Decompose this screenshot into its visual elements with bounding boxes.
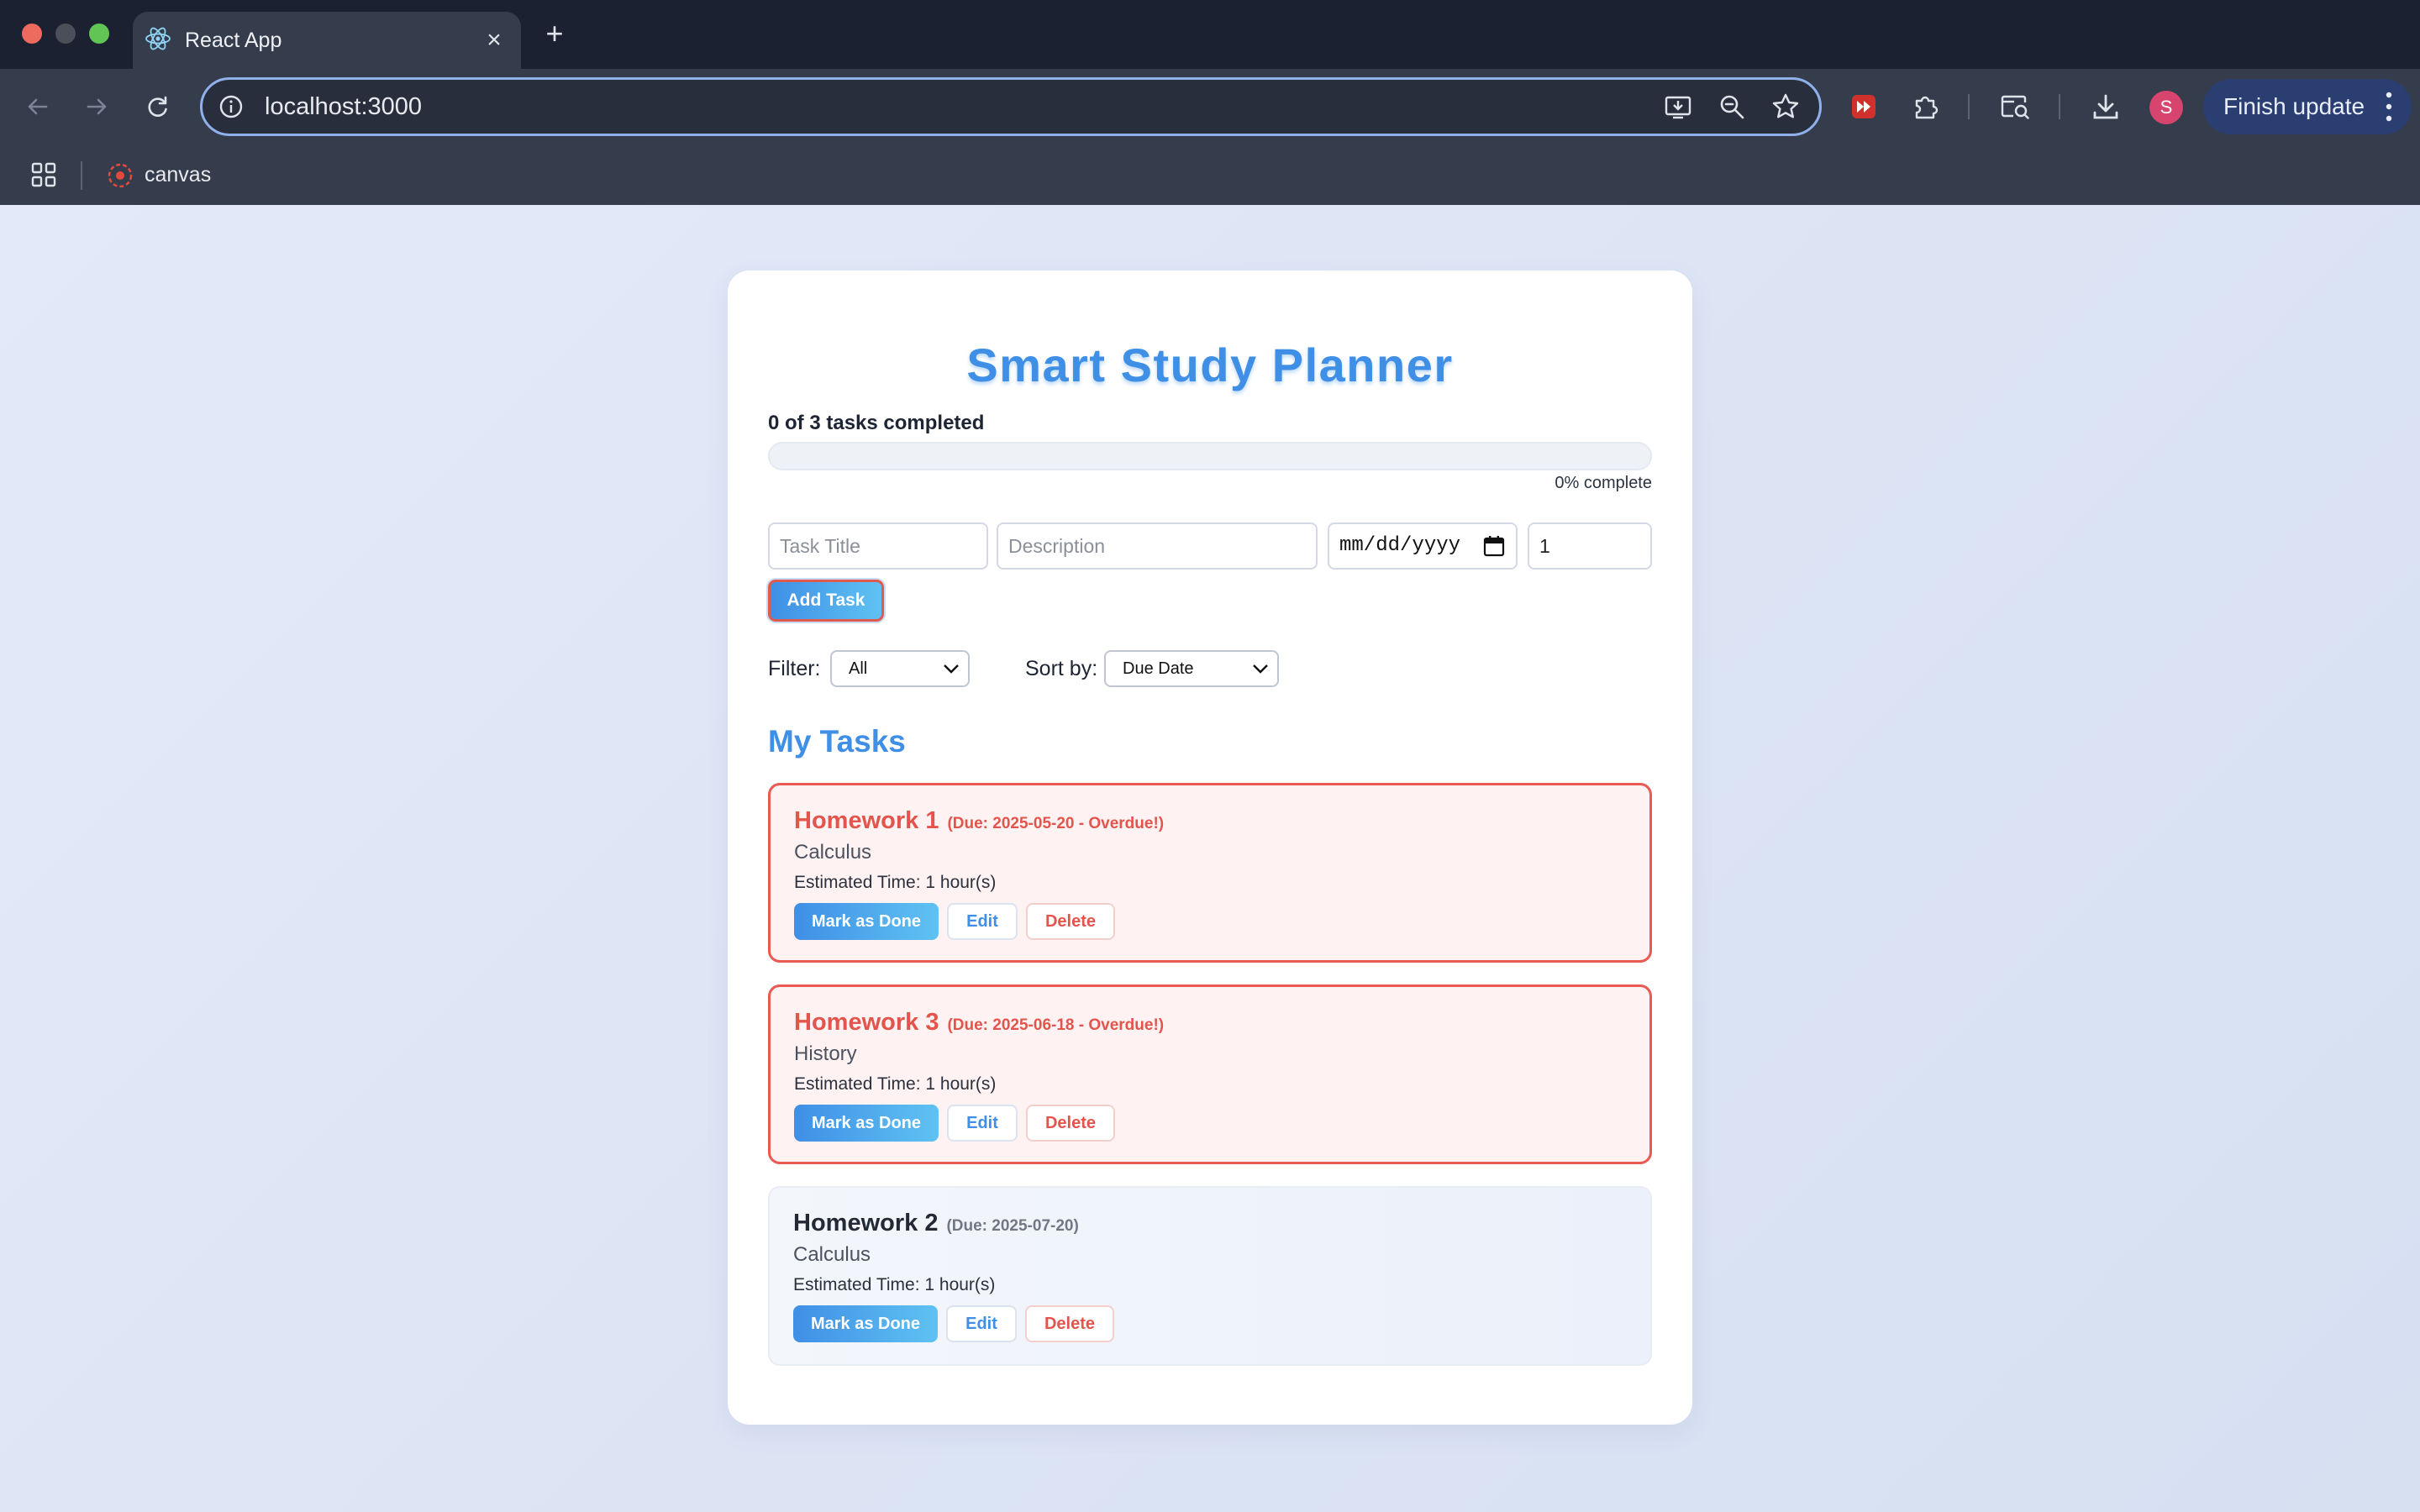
task-title-text: Homework 1 (794, 807, 939, 834)
task-estimate: Estimated Time: 1 hour(s) (794, 873, 997, 892)
task-due-date: (Due: 2025-07-20) (946, 1217, 1079, 1235)
due-date-placeholder: mm/dd/yyyy (1339, 534, 1461, 557)
bookmark-canvas[interactable]: canvas (145, 144, 211, 205)
planner-card: Smart Study Planner 0 of 3 tasks complet… (728, 270, 1692, 1425)
window-maximize-button[interactable] (89, 24, 109, 44)
address-bar[interactable]: localhost:3000 (200, 77, 1822, 136)
tab-title: React App (185, 29, 282, 52)
react-logo-icon (145, 27, 171, 50)
task-description: Calculus (793, 1243, 871, 1266)
forward-icon[interactable] (76, 86, 118, 128)
sort-select-value: Due Date (1123, 659, 1194, 678)
toolbar-separator (1968, 94, 1970, 119)
task-due-date: (Due: 2025-06-18 - Overdue!) (947, 1016, 1165, 1034)
window-minimize-button[interactable] (55, 24, 76, 44)
page-title: Smart Study Planner (966, 339, 1454, 391)
bookmarks-separator (81, 161, 82, 190)
reload-icon[interactable] (136, 86, 178, 128)
task-description: History (794, 1042, 857, 1065)
tasks-heading: My Tasks (768, 724, 906, 759)
delete-button[interactable]: Delete (1026, 903, 1115, 940)
sort-label: Sort by: (1025, 657, 1098, 680)
progress-percent: 0% complete (1555, 474, 1652, 492)
edit-button[interactable]: Edit (946, 1305, 1017, 1342)
mark-done-button[interactable]: Mark as Done (794, 1105, 939, 1142)
more-menu-icon[interactable] (2385, 91, 2393, 123)
filter-select-value: All (849, 659, 868, 678)
task-description: Calculus (794, 841, 872, 864)
url-text[interactable]: localhost:3000 (265, 80, 422, 134)
tab-strip: React App × + (0, 0, 2420, 69)
task-card: Homework 2 (Due: 2025-07-20) Calculus Est… (768, 1186, 1652, 1366)
tab-close-icon[interactable]: × (479, 25, 509, 55)
extensions-puzzle-icon[interactable] (1907, 88, 1944, 125)
add-task-button[interactable]: Add Task (768, 580, 884, 622)
filter-label: Filter: (768, 657, 821, 680)
extension-red-icon[interactable] (1845, 88, 1882, 125)
finish-update-label: Finish update (2223, 93, 2365, 119)
mark-done-button[interactable]: Mark as Done (794, 903, 939, 940)
browser-chrome: React App × + localhost:3000 S Finish up… (0, 0, 2420, 205)
delete-button[interactable]: Delete (1026, 1105, 1115, 1142)
progress-bar (768, 442, 1652, 470)
install-app-icon[interactable] (1663, 92, 1693, 122)
toolbar-separator (2059, 94, 2060, 119)
bookmarks-bar: canvas (0, 144, 2420, 205)
finish-update-button[interactable]: Finish update (2203, 79, 2412, 134)
calendar-icon[interactable] (1482, 534, 1506, 558)
downloads-icon[interactable] (2087, 88, 2124, 125)
mark-done-button[interactable]: Mark as Done (793, 1305, 938, 1342)
description-input[interactable] (997, 522, 1318, 570)
task-title-text: Homework 3 (794, 1009, 939, 1036)
progress-label: 0 of 3 tasks completed (768, 412, 985, 434)
zoom-icon[interactable] (1717, 92, 1747, 122)
site-info-icon[interactable] (218, 93, 245, 120)
task-card: Homework 1 (Due: 2025-05-20 - Overdue!) C… (768, 783, 1652, 963)
task-title-text: Homework 2 (793, 1210, 939, 1236)
back-icon[interactable] (17, 86, 59, 128)
task-card: Homework 3 (Due: 2025-06-18 - Overdue!) H… (768, 984, 1652, 1164)
delete-button[interactable]: Delete (1025, 1305, 1114, 1342)
canvas-logo-icon (108, 163, 133, 188)
new-tab-icon[interactable]: + (538, 17, 571, 50)
apps-grid-icon[interactable] (30, 161, 57, 188)
profile-avatar[interactable]: S (2149, 91, 2183, 124)
filter-select[interactable]: All (830, 650, 970, 687)
estimated-hours-input[interactable] (1528, 522, 1652, 570)
sort-select[interactable]: Due Date (1104, 650, 1279, 687)
task-title-input[interactable] (768, 522, 988, 570)
task-title: Homework 1 (Due: 2025-05-20 - Overdue!) (794, 807, 1164, 835)
task-due-date: (Due: 2025-05-20 - Overdue!) (947, 815, 1165, 832)
due-date-input[interactable]: mm/dd/yyyy (1328, 522, 1518, 570)
task-estimate: Estimated Time: 1 hour(s) (794, 1074, 997, 1094)
browser-toolbar: localhost:3000 S Finish update (0, 69, 2420, 144)
chevron-down-icon (944, 664, 959, 674)
task-title: Homework 3 (Due: 2025-06-18 - Overdue!) (794, 1009, 1164, 1037)
page-viewport: Smart Study Planner 0 of 3 tasks complet… (0, 205, 2420, 1512)
window-close-button[interactable] (22, 24, 42, 44)
tab-react-app[interactable]: React App × (133, 12, 521, 69)
tab-search-icon[interactable] (1996, 88, 2033, 125)
task-title: Homework 2 (Due: 2025-07-20) (793, 1210, 1079, 1237)
edit-button[interactable]: Edit (947, 1105, 1018, 1142)
task-estimate: Estimated Time: 1 hour(s) (793, 1275, 996, 1294)
chevron-down-icon (1253, 664, 1268, 674)
edit-button[interactable]: Edit (947, 903, 1018, 940)
bookmark-star-icon[interactable] (1770, 92, 1801, 122)
